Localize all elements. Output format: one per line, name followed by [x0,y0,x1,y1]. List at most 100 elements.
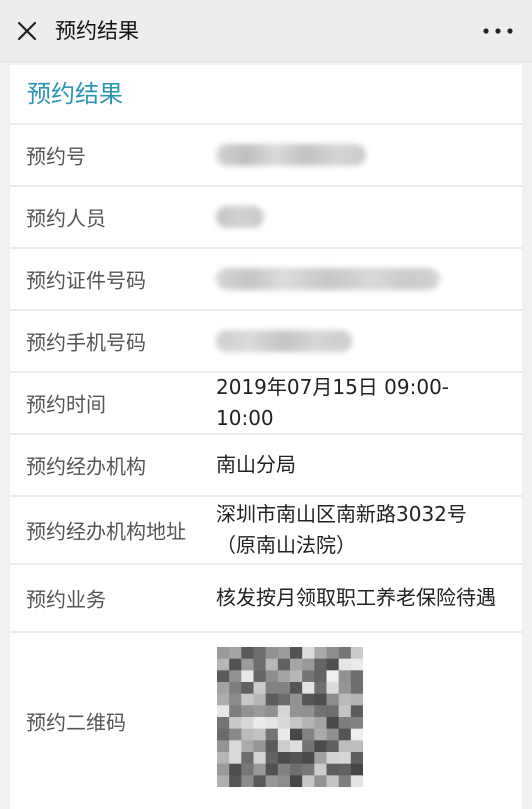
qr-pixel [253,752,267,765]
qr-pixel [338,647,352,660]
qr-pixel [265,658,279,671]
qr-pixel [338,752,352,765]
field-row-qr-code: 预约二维码 [10,631,522,809]
qr-pixel [290,705,303,718]
field-row-business: 预约业务 核发按月领取职工养老保险待遇 [10,563,522,631]
qr-pixel [302,658,315,671]
qr-pixel [350,775,363,787]
nav-bar: 预约结果 [0,0,532,62]
close-icon [17,21,37,41]
qr-pixel [253,693,267,706]
qr-pixel [241,682,254,695]
qr-pixel [229,670,242,683]
redacted-value [216,144,366,166]
qr-pixel [229,705,242,718]
qr-pixel [265,752,279,765]
qr-pixel [217,693,230,706]
qr-pixel [338,670,352,683]
field-row-office-address: 预约经办机构地址 深圳市南山区南新路3032号（原南山法院） [10,495,522,563]
qr-pixel [290,647,303,660]
close-button[interactable] [10,14,44,48]
qr-pixel [290,740,303,753]
field-label: 预约经办机构 [26,454,146,479]
qr-pixel [350,670,363,683]
qr-pixel [314,775,327,787]
qr-pixel [217,658,230,671]
qr-pixel [302,647,315,660]
qr-pixel [229,775,242,787]
qr-pixel [326,670,340,683]
qr-pixel [277,670,291,683]
qr-pixel [217,670,230,683]
qr-pixel [290,728,303,741]
qr-pixel [326,717,340,730]
qr-code-icon [217,647,363,787]
qr-pixel [338,763,352,776]
qr-pixel [290,752,303,765]
qr-pixel [229,647,242,660]
qr-pixel [277,740,291,753]
qr-pixel [302,693,315,706]
qr-pixel [217,740,230,753]
qr-pixel [277,693,291,706]
qr-pixel [314,670,327,683]
qr-pixel [302,740,315,753]
card-heading: 预约结果 [27,80,123,108]
booking-time-value: 2019年07月15日 09:00-10:00 [216,375,450,430]
qr-pixel [229,693,242,706]
qr-pixel [350,728,363,741]
field-row-booking-number: 预约号 [10,123,522,185]
qr-pixel [314,752,327,765]
qr-pixel [326,752,340,765]
qr-pixel [241,670,254,683]
qr-pixel [290,670,303,683]
field-row-id-number: 预约证件号码 [10,247,522,309]
qr-pixel [265,763,279,776]
field-row-time: 预约时间 2019年07月15日 09:00-10:00 [10,371,522,433]
qr-pixel [302,670,315,683]
qr-pixel [302,705,315,718]
redacted-value [216,206,264,228]
qr-pixel [350,717,363,730]
qr-pixel [326,682,340,695]
qr-pixel [241,693,254,706]
qr-pixel [265,682,279,695]
qr-pixel [350,647,363,660]
qr-pixel [241,658,254,671]
qr-pixel [338,717,352,730]
qr-pixel [241,775,254,787]
field-label: 预约业务 [26,587,106,612]
qr-pixel [265,647,279,660]
field-row-phone-number: 预约手机号码 [10,309,522,371]
qr-pixel [302,728,315,741]
qr-pixel [277,705,291,718]
field-label: 预约人员 [26,206,106,231]
result-card: 预约结果 预约号 预约人员 预约证件号码 预约手机号码 预约时间 2019年07… [10,65,522,809]
field-row-booker-name: 预约人员 [10,185,522,247]
qr-pixel [290,717,303,730]
qr-pixel [253,740,267,753]
field-label: 预约手机号码 [26,330,146,355]
qr-pixel [338,693,352,706]
qr-pixel [277,647,291,660]
qr-pixel [241,728,254,741]
qr-pixel [217,705,230,718]
qr-pixel [338,728,352,741]
field-label: 预约时间 [26,392,106,417]
qr-pixel [265,728,279,741]
more-button[interactable] [478,16,518,46]
qr-pixel [277,763,291,776]
qr-pixel [338,775,352,787]
office-address-value: 深圳市南山区南新路3032号（原南山法院） [216,502,467,557]
qr-pixel [338,682,352,695]
more-dots-icon [483,28,513,34]
qr-pixel [350,740,363,753]
qr-pixel [253,728,267,741]
qr-pixel [338,658,352,671]
qr-pixel [217,775,230,787]
qr-pixel [326,693,340,706]
qr-pixel [314,693,327,706]
qr-pixel [277,775,291,787]
qr-pixel [265,740,279,753]
field-label: 预约号 [26,144,86,169]
